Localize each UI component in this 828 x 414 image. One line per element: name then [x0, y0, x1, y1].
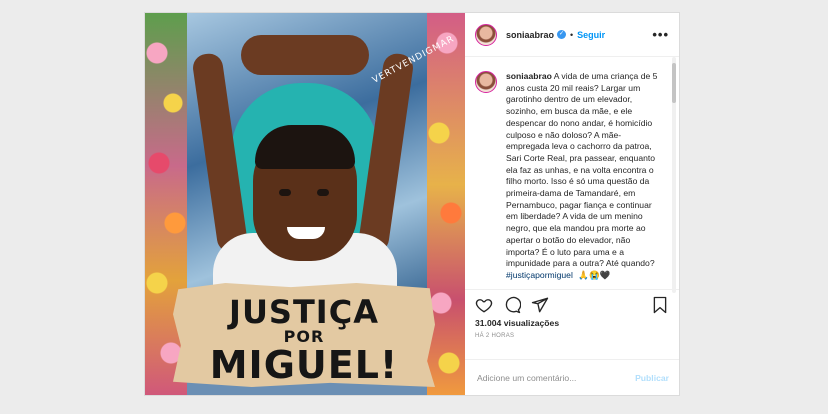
- smile: [287, 227, 325, 239]
- verified-badge-icon: ✓: [557, 30, 567, 39]
- comment-icon[interactable]: [503, 296, 521, 314]
- child-hair: [255, 125, 355, 169]
- caption-avatar[interactable]: [475, 71, 497, 93]
- caption-username[interactable]: soniaabrao: [506, 71, 552, 81]
- author-username[interactable]: soniaabrao: [506, 30, 554, 40]
- views-count[interactable]: 31.004 visualizações: [465, 318, 679, 328]
- action-bar: [465, 290, 679, 320]
- comment-bar: Publicar: [465, 359, 679, 395]
- caption: soniaabrao A vida de uma criança de 5 an…: [475, 71, 663, 282]
- post-timestamp[interactable]: HÁ 2 HORAS: [465, 333, 679, 339]
- views-label: visualizações: [503, 318, 560, 328]
- heart-icon[interactable]: [475, 296, 493, 314]
- avatar[interactable]: [475, 23, 497, 46]
- caption-text: soniaabrao A vida de uma criança de 5 an…: [506, 71, 663, 282]
- post-sidebar: soniaabrao ✓ • Seguir ••• soniaabrao A v…: [465, 13, 679, 395]
- views-number: 31.004: [475, 318, 502, 328]
- left-eye: [279, 189, 291, 196]
- hashtag-link[interactable]: #justiçapormiguel: [506, 270, 573, 280]
- sign-text-line-1: JUSTIÇA: [229, 293, 379, 331]
- share-icon[interactable]: [531, 296, 549, 314]
- post-image[interactable]: VERTVENDIGMAR JUSTIÇA POR MIGUEL!: [145, 13, 465, 395]
- scrollbar-thumb[interactable]: [672, 63, 676, 103]
- caption-body: A vida de uma criança de 5 anos custa 20…: [506, 71, 658, 269]
- caption-area: soniaabrao A vida de uma criança de 5 an…: [465, 57, 679, 290]
- separator-dot: •: [570, 29, 574, 40]
- follow-button[interactable]: Seguir: [577, 30, 605, 40]
- post-header: soniaabrao ✓ • Seguir •••: [465, 13, 679, 57]
- bookmark-icon[interactable]: [651, 296, 669, 314]
- caption-scrollbar[interactable]: [672, 57, 676, 293]
- sign-text-line-3: MIGUEL!: [209, 343, 399, 387]
- raised-hands: [241, 35, 369, 75]
- comment-input[interactable]: [475, 371, 636, 384]
- right-eye: [317, 189, 329, 196]
- caption-emojis: 🙏😭🖤: [578, 269, 611, 280]
- instagram-post: VERTVENDIGMAR JUSTIÇA POR MIGUEL! soniaa…: [144, 12, 680, 396]
- more-options-icon[interactable]: •••: [652, 27, 669, 42]
- publish-button[interactable]: Publicar: [635, 373, 669, 383]
